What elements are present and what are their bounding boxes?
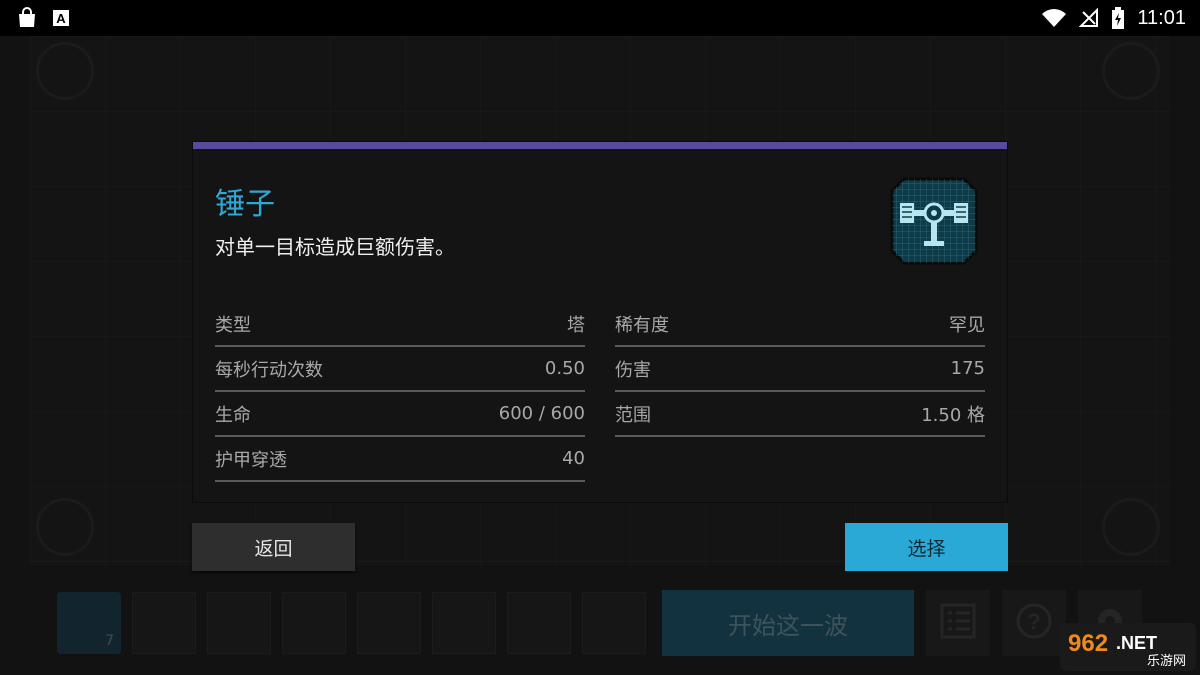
shopping-bag-icon — [16, 7, 38, 29]
stat-value: 1.50 格 — [921, 404, 985, 426]
svg-text:A: A — [56, 11, 66, 26]
stats-left: 类型 塔 每秒行动次数 0.50 生命 600 / 600 护甲穿透 40 — [215, 302, 585, 482]
stat-row-range: 范围 1.50 格 — [615, 392, 985, 437]
watermark-subtext: 乐游网 — [1146, 654, 1186, 669]
stat-label: 稀有度 — [615, 314, 669, 336]
stat-row-type: 类型 塔 — [215, 302, 585, 347]
clock: 11:01 — [1137, 6, 1186, 29]
stat-value: 40 — [562, 448, 585, 469]
site-watermark: 962 .NET 乐游网 — [1060, 623, 1196, 671]
stat-label: 护甲穿透 — [215, 449, 287, 471]
text-a-icon: A — [52, 9, 70, 27]
select-button[interactable]: 选择 — [845, 523, 1008, 571]
stat-value: 0.50 — [544, 358, 585, 379]
dialog-title: 锤子 — [215, 187, 275, 222]
stat-row-armor-pierce: 护甲穿透 40 — [215, 437, 585, 482]
stat-label: 生命 — [215, 404, 251, 426]
stat-value: 175 — [950, 358, 985, 379]
stat-row-actions-per-second: 每秒行动次数 0.50 — [215, 347, 585, 392]
no-signal-icon — [1079, 8, 1099, 28]
status-bar: A 11:01 — [0, 0, 1200, 36]
back-button[interactable]: 返回 — [192, 523, 355, 571]
tower-info-dialog: 锤子 对单一目标造成巨额伤害。 类型 塔 每秒行动次数 0.50 生命 600 … — [193, 142, 1007, 502]
stat-value: 罕见 — [949, 314, 985, 336]
stat-row-rarity: 稀有度 罕见 — [615, 302, 985, 347]
stat-label: 范围 — [615, 404, 651, 426]
stat-label: 伤害 — [615, 359, 651, 381]
svg-text:962: 962 — [1068, 630, 1108, 657]
stat-label: 每秒行动次数 — [215, 359, 323, 381]
stat-value: 600 / 600 — [498, 403, 585, 424]
hammer-tower-icon — [890, 177, 978, 265]
stat-row-damage: 伤害 175 — [615, 347, 985, 392]
stats-right: 稀有度 罕见 伤害 175 范围 1.50 格 — [615, 302, 985, 437]
stat-value: 塔 — [567, 314, 585, 336]
wifi-icon — [1041, 8, 1067, 28]
stat-label: 类型 — [215, 314, 251, 336]
dialog-description: 对单一目标造成巨额伤害。 — [215, 235, 455, 259]
stat-row-health: 生命 600 / 600 — [215, 392, 585, 437]
battery-charging-icon — [1111, 7, 1125, 29]
